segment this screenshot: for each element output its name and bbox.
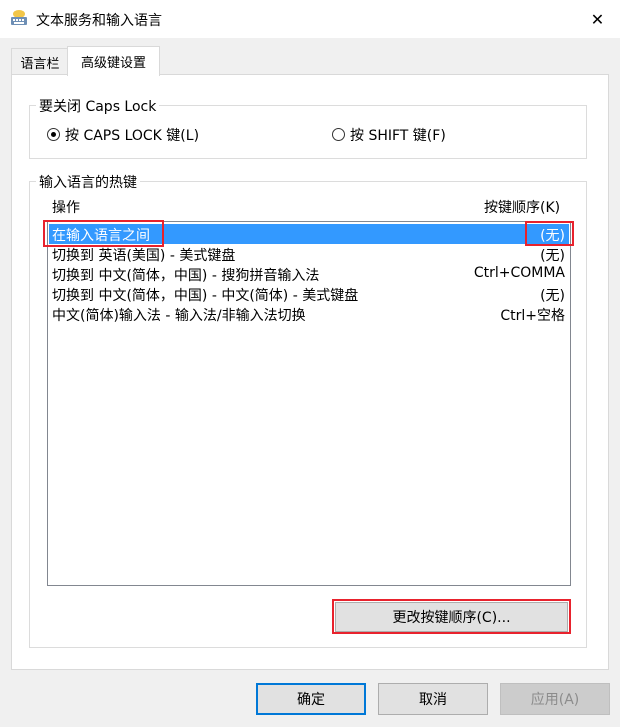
list-item[interactable]: 在输入语言之间 (无) [49,224,569,244]
list-item[interactable]: 切换到 中文(简体，中国) - 搜狗拼音输入法 Ctrl+COMMA [49,264,569,284]
list-item-action: 在输入语言之间 [52,228,150,244]
list-item-key: (无) [540,228,565,244]
shift-radio-label[interactable]: 按 SHIFT 键(F) [350,125,446,145]
apply-button[interactable]: 应用(A) [500,683,610,715]
hotkeys-group-label: 输入语言的热键 [36,172,140,192]
list-item-action: 中文(简体)输入法 - 输入法/非输入法切换 [52,308,306,324]
hotkey-list[interactable]: 在输入语言之间 (无) 切换到 英语(美国) - 美式键盘 (无) 切换到 中文… [47,221,571,586]
list-item[interactable]: 切换到 中文(简体，中国) - 中文(简体) - 美式键盘 (无) [49,284,569,304]
list-item-action: 切换到 中文(简体，中国) - 中文(简体) - 美式键盘 [52,288,359,304]
close-button[interactable]: ✕ [575,2,620,36]
ok-button[interactable]: 确定 [256,683,366,715]
caps-lock-radio[interactable] [47,128,60,141]
list-item-action: 切换到 英语(美国) - 美式键盘 [52,248,236,264]
shift-radio[interactable] [332,128,345,141]
column-header-action: 操作 [52,200,80,216]
caps-lock-radio-label[interactable]: 按 CAPS LOCK 键(L) [65,125,199,145]
list-item-key: Ctrl+COMMA [473,265,565,281]
close-icon: ✕ [590,9,605,29]
caps-lock-group-label: 要关闭 Caps Lock [36,96,160,116]
list-item[interactable]: 中文(简体)输入法 - 输入法/非输入法切换 Ctrl+空格 [49,304,569,324]
keyboard-globe-icon [10,9,28,27]
list-item[interactable]: 切换到 英语(美国) - 美式键盘 (无) [49,244,569,264]
cancel-button[interactable]: 取消 [378,683,488,715]
list-item-key: Ctrl+空格 [500,308,565,324]
list-item-action: 切换到 中文(简体，中国) - 搜狗拼音输入法 [52,268,320,284]
window-title: 文本服务和输入语言 [36,13,162,29]
tab-language-bar[interactable]: 语言栏 [11,48,69,75]
column-header-key-sequence: 按键顺序(K) [484,200,561,216]
tab-advanced-key-settings[interactable]: 高级键设置 [67,46,160,76]
change-key-sequence-button[interactable]: 更改按键顺序(C)... [335,602,568,632]
list-item-key: (无) [540,248,565,264]
list-item-key: (无) [540,288,565,304]
